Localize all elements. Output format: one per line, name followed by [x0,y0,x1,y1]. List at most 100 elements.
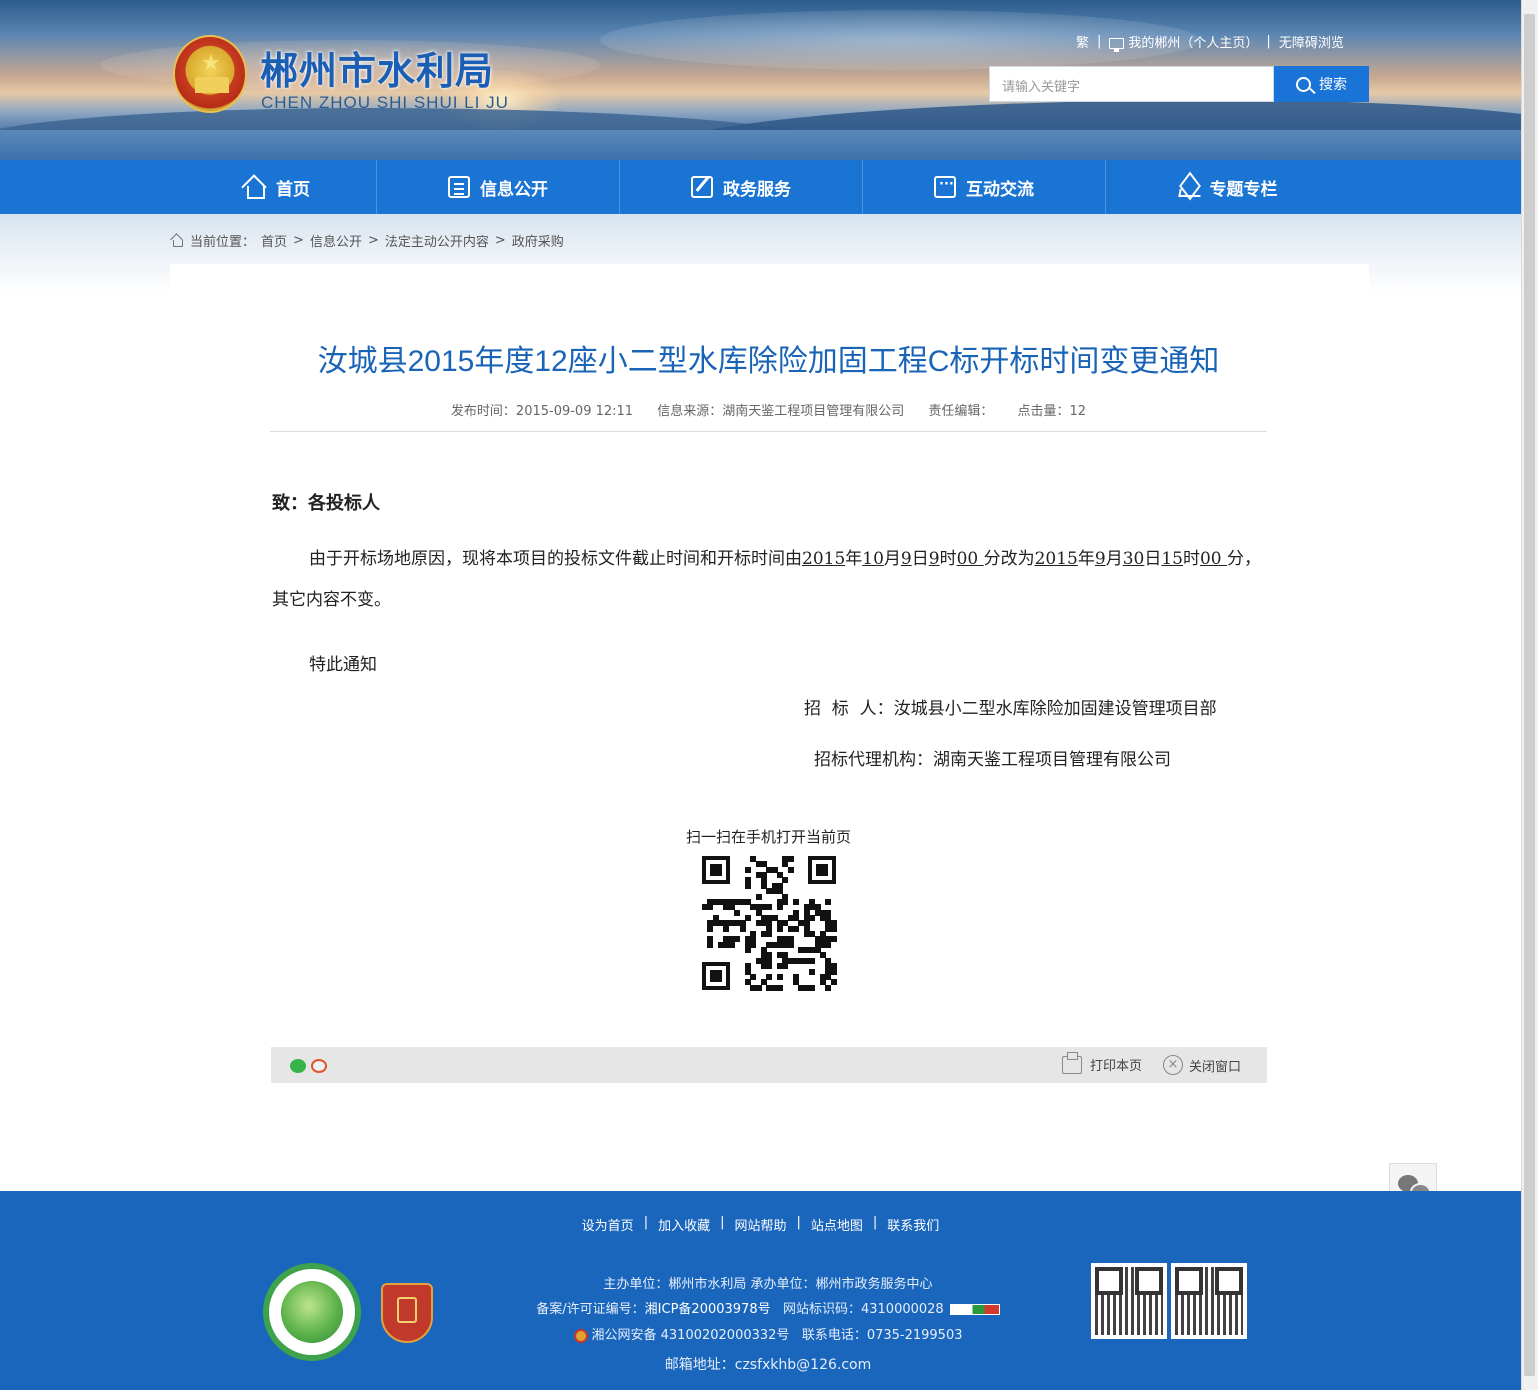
qr-module [755,893,762,900]
share-bar: 打印本页 × 关闭窗口 [271,1047,1267,1083]
qr-module [809,984,816,991]
layers-icon [1178,176,1200,198]
breadcrumb-separator: > [293,233,304,248]
close-icon: × [1163,1055,1183,1075]
nav-item-services[interactable]: 政务服务 [620,160,863,214]
search-button-label: 搜索 [1319,77,1347,93]
my-chenzhou-link[interactable]: 我的郴州（个人主页） [1109,32,1258,52]
text-run: 时 [1182,549,1200,569]
monitor-icon [1109,38,1125,52]
underlined-value: 10 [862,549,884,569]
text-run: 年 [845,549,863,569]
printer-icon [1062,1051,1082,1074]
nav-item-interaction[interactable]: 互动交流 [863,160,1106,214]
click-count: 点击量：12 [1017,404,1087,419]
qr-module [793,925,800,932]
qr-module [825,984,832,991]
agency-signature: 招标代理机构：湖南天鉴工程项目管理有限公司 [814,750,1171,770]
scrollbar-thumb[interactable] [1524,14,1535,1376]
footer-icp: 备案/许可证编号：湘ICP备20003978号 网站标识码：4310000028 [0,1298,1536,1317]
police-badge-icon [573,1328,588,1343]
text-run: 日 [911,549,929,569]
qr-module [766,904,773,911]
notice-text: 特此通知 [309,655,377,675]
qr-module [707,925,714,932]
nav-item-info-disclosure[interactable]: 信息公开 [377,160,620,214]
footer-qr-code-app [1171,1263,1247,1339]
nav-item-label: 专题专栏 [1209,179,1278,200]
qr-finder [702,856,730,884]
nav-item-home[interactable]: 首页 [176,160,377,214]
footer-link-bookmark[interactable]: 加入收藏 [648,1215,720,1234]
text-run: 由于开标场地原因，现将本项目的投标文件截止时间和开标时间由 [309,549,802,569]
divider [270,431,1267,432]
gate-icon [195,77,229,93]
underlined-value: 15 [1161,549,1183,569]
weibo-share-icon[interactable] [311,1059,327,1073]
site-title[interactable]: 郴州市水利局 [260,40,494,95]
underlined-value: 2015 [1034,549,1078,569]
info-source: 信息来源：湖南天鉴工程项目管理有限公司 [657,404,905,419]
text-run: 日 [1144,549,1162,569]
print-button[interactable]: 打印本页 [1062,1051,1142,1074]
underlined-value: 9 [900,549,912,569]
qr-label: 扫一扫在手机打开当前页 [685,828,851,846]
footer-qr-code-weixin [1091,1263,1167,1339]
banner-water [0,130,1521,160]
qr-module [739,925,746,932]
search-button[interactable]: 搜索 [1274,66,1369,102]
nav-item-label: 首页 [276,179,310,200]
qr-module [744,947,751,954]
qr-module [777,904,784,911]
breadcrumb-prefix: 当前位置： [190,235,256,250]
icp-link[interactable]: 湘ICP备20003978号 [645,1302,771,1317]
main-nav: 首页 信息公开 政务服务 互动交流 专题专栏 [0,160,1521,214]
breadcrumb-link[interactable]: 政府采购 [512,231,564,250]
qr-module [787,856,794,862]
footer-sponsor: 主办单位：郴州市水利局 承办单位：郴州市政务服务中心 [603,1277,933,1292]
national-emblem-logo[interactable]: ★ [173,35,247,113]
underlined-value: 00 [1199,549,1228,569]
search-input[interactable]: 请输入关键字 [989,66,1274,102]
footer-link-sitemap[interactable]: 站点地图 [801,1215,873,1234]
wechat-share-icon[interactable] [290,1059,306,1073]
top-links: 繁 | 我的郴州（个人主页） | 无障碍浏览 [1076,32,1344,52]
footer-link-set-home[interactable]: 设为首页 [572,1215,644,1234]
accessibility-link[interactable]: 无障碍浏览 [1279,32,1344,51]
party-government-badge[interactable] [381,1283,433,1343]
police-record-text[interactable]: 湘公网安备 43100202000332号 联系电话：0735-2199503 [592,1328,963,1343]
civilized-website-badge[interactable] [263,1263,361,1361]
responsible-editor: 责任编辑： [928,404,994,419]
qr-module [830,979,837,986]
page-qr-code [702,856,837,991]
qr-module [766,963,773,970]
leaf-icon [281,1281,343,1343]
breadcrumb-separator: > [494,233,506,248]
qr-module [766,973,773,980]
qr-module [809,914,816,921]
home-icon [170,234,184,247]
traditional-chinese-link[interactable]: 繁 [1076,32,1089,51]
nav-item-label: 政务服务 [723,179,791,200]
article-title: 汝城县2015年度12座小二型水库除险加固工程C标开标时间变更通知 [317,345,1220,378]
search-icon [1296,76,1311,92]
breadcrumb-link[interactable]: 信息公开 [310,231,362,250]
tenderer-signature: 招 标 人：汝城县小二型水库除险加固建设管理项目部 [804,699,1217,719]
home-icon [242,176,266,199]
cnzz-icon[interactable] [949,1304,1000,1315]
footer-link-contact[interactable]: 联系我们 [877,1215,949,1234]
footer-email: 邮箱地址：czsfxkhb@126.com [664,1357,872,1373]
icp-label: 备案/许可证编号： [536,1302,645,1317]
site-subtitle: CHEN ZHOU SHI SHUI LI JU [261,93,509,112]
article-paragraph: 由于开标场地原因，现将本项目的投标文件截止时间和开标时间由2015年10月9日9… [272,539,1267,621]
qr-module [734,936,741,943]
underlined-value: 9 [1094,549,1106,569]
close-window-button[interactable]: × 关闭窗口 [1163,1055,1241,1075]
chat-icon [934,176,956,198]
qr-module [793,898,800,905]
breadcrumb-link[interactable]: 法定主动公开内容 [385,231,489,250]
footer-link-help[interactable]: 网站帮助 [724,1215,796,1234]
qr-module [777,984,784,991]
nav-item-topics[interactable]: 专题专栏 [1106,160,1349,214]
breadcrumb-link[interactable]: 首页 [261,231,287,250]
